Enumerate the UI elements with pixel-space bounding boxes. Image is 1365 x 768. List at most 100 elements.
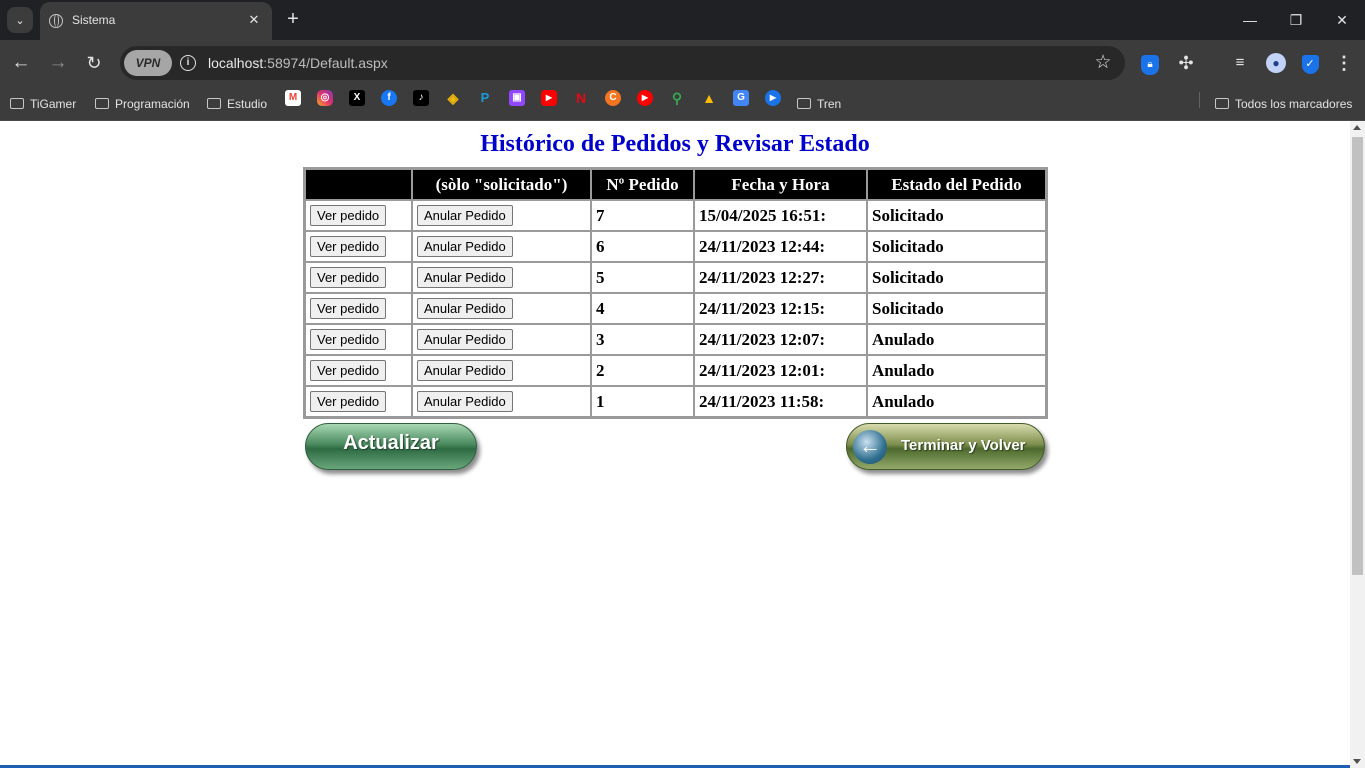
- binance-icon[interactable]: ◈: [445, 90, 461, 106]
- shield-check-icon[interactable]: ✓: [1298, 51, 1322, 75]
- folder-icon: [207, 98, 221, 109]
- cancel-order-button[interactable]: Anular Pedido: [417, 236, 513, 257]
- reload-icon[interactable]: ↻: [81, 50, 107, 76]
- view-order-button[interactable]: Ver pedido: [310, 329, 387, 350]
- cancel-cell: Anular Pedido: [412, 262, 591, 293]
- tab-close-icon[interactable]: ✕: [244, 10, 264, 30]
- all-bookmarks-folder[interactable]: Todos los marcadores: [1215, 92, 1352, 116]
- view-cell: Ver pedido: [305, 293, 412, 324]
- instagram-icon[interactable]: ◎: [317, 90, 333, 106]
- table-row: Ver pedido Anular Pedido 6 24/11/2023 12:44…: [305, 231, 1046, 262]
- tab-search-button[interactable]: ⌄: [7, 7, 33, 33]
- cancel-order-button[interactable]: Anular Pedido: [417, 298, 513, 319]
- order-number: 5: [591, 262, 694, 293]
- minimize-button[interactable]: —: [1228, 6, 1272, 34]
- order-datetime: 24/11/2023 11:58:: [694, 386, 867, 417]
- order-status: Anulado: [867, 324, 1046, 355]
- view-cell: Ver pedido: [305, 355, 412, 386]
- cancel-order-button[interactable]: Anular Pedido: [417, 360, 513, 381]
- order-datetime: 24/11/2023 12:44:: [694, 231, 867, 262]
- youtube-music-icon[interactable]: ▶: [637, 90, 653, 106]
- extensions-puzzle-icon[interactable]: ✣: [1174, 51, 1198, 75]
- order-number: 3: [591, 324, 694, 355]
- column-header-numero: Nº Pedido: [591, 169, 694, 200]
- media-control-icon[interactable]: ≡: [1228, 51, 1252, 75]
- url-text[interactable]: localhost:58974/Default.aspx: [208, 55, 388, 71]
- view-order-button[interactable]: Ver pedido: [310, 360, 387, 381]
- cancel-order-button[interactable]: Anular Pedido: [417, 391, 513, 412]
- tab-strip: ⌄ Sistema ✕ + — ❐ ✕: [0, 0, 1365, 40]
- password-lock-icon[interactable]: 🔒︎: [1138, 51, 1162, 75]
- crunchyroll-icon[interactable]: C: [605, 90, 621, 106]
- scrollbar-thumb[interactable]: [1352, 137, 1363, 575]
- order-status: Solicitado: [867, 293, 1046, 324]
- view-cell: Ver pedido: [305, 231, 412, 262]
- cancel-cell: Anular Pedido: [412, 386, 591, 417]
- twitch-icon[interactable]: ▣: [509, 90, 525, 106]
- tab-sistema[interactable]: Sistema ✕: [40, 2, 272, 40]
- column-header-actions: [305, 169, 412, 200]
- bookmark-folder-tigamer[interactable]: TiGamer: [10, 92, 76, 116]
- orders-table: (sòlo "solicitado") Nº Pedido Fecha y Ho…: [303, 167, 1048, 419]
- x-icon[interactable]: X: [349, 90, 365, 106]
- youtube-icon[interactable]: ▶: [541, 90, 557, 106]
- order-status: Anulado: [867, 386, 1046, 417]
- tiktok-icon[interactable]: ♪: [413, 90, 429, 106]
- bookmark-folder-tren[interactable]: Tren: [797, 92, 841, 116]
- scroll-up-arrow-icon[interactable]: [1353, 125, 1361, 130]
- scroll-down-arrow-icon[interactable]: [1353, 759, 1361, 764]
- folder-icon: [1215, 98, 1229, 109]
- bookmark-star-icon[interactable]: ☆: [1091, 51, 1115, 75]
- finish-and-return-label: Terminar y Volver: [901, 437, 1026, 454]
- cancel-cell: Anular Pedido: [412, 324, 591, 355]
- back-arrow-icon[interactable]: ←: [8, 50, 34, 76]
- bookmark-folder-programacion[interactable]: Programación: [95, 92, 190, 116]
- menu-dots-icon[interactable]: ⋮: [1332, 51, 1356, 75]
- orders-table-body: Ver pedido Anular Pedido 7 15/04/2025 16:51…: [305, 200, 1046, 417]
- maximize-button[interactable]: ❐: [1274, 6, 1318, 34]
- paypal-icon[interactable]: P: [477, 90, 493, 106]
- finish-and-return-button[interactable]: ← Terminar y Volver: [846, 423, 1045, 470]
- forward-arrow-icon[interactable]: →: [45, 50, 71, 76]
- netflix-icon[interactable]: N: [573, 90, 589, 106]
- bookmarks-separator: [1199, 92, 1200, 108]
- view-cell: Ver pedido: [305, 262, 412, 293]
- order-status: Solicitado: [867, 262, 1046, 293]
- site-info-icon[interactable]: i: [180, 55, 196, 71]
- bookmark-folder-estudio[interactable]: Estudio: [207, 92, 267, 116]
- column-header-cancel: (sòlo "solicitado"): [412, 169, 591, 200]
- cancel-order-button[interactable]: Anular Pedido: [417, 267, 513, 288]
- order-number: 7: [591, 200, 694, 231]
- new-tab-button[interactable]: +: [282, 8, 304, 30]
- play-icon[interactable]: ▶: [765, 90, 781, 106]
- profile-avatar-icon[interactable]: ●: [1264, 51, 1288, 75]
- drive-icon[interactable]: ▲: [701, 90, 717, 106]
- maps-icon[interactable]: ⚲: [669, 90, 685, 106]
- gmail-icon[interactable]: M: [285, 90, 301, 106]
- view-order-button[interactable]: Ver pedido: [310, 267, 387, 288]
- bookmark-label: TiGamer: [30, 97, 77, 111]
- cancel-order-button[interactable]: Anular Pedido: [417, 329, 513, 350]
- view-order-button[interactable]: Ver pedido: [310, 205, 387, 226]
- all-bookmarks-label: Todos los marcadores: [1235, 97, 1353, 111]
- close-window-button[interactable]: ✕: [1320, 6, 1364, 34]
- view-order-button[interactable]: Ver pedido: [310, 236, 387, 257]
- refresh-button[interactable]: Actualizar: [305, 423, 477, 470]
- bookmark-label: Estudio: [227, 97, 268, 111]
- address-bar[interactable]: VPN i localhost:58974/Default.aspx ☆: [120, 46, 1125, 80]
- folder-icon: [10, 98, 24, 109]
- vpn-badge[interactable]: VPN: [124, 50, 172, 76]
- table-header-row: (sòlo "solicitado") Nº Pedido Fecha y Ho…: [305, 169, 1046, 200]
- translate-icon[interactable]: G: [733, 90, 749, 106]
- view-order-button[interactable]: Ver pedido: [310, 298, 387, 319]
- cancel-order-button[interactable]: Anular Pedido: [417, 205, 513, 226]
- cancel-cell: Anular Pedido: [412, 355, 591, 386]
- facebook-icon[interactable]: f: [381, 90, 397, 106]
- folder-icon: [797, 98, 811, 109]
- view-order-button[interactable]: Ver pedido: [310, 391, 387, 412]
- page-scrollbar[interactable]: [1350, 121, 1365, 768]
- view-cell: Ver pedido: [305, 324, 412, 355]
- browser-toolbar: ← → ↻ VPN i localhost:58974/Default.aspx…: [0, 40, 1365, 86]
- order-datetime: 24/11/2023 12:07:: [694, 324, 867, 355]
- order-datetime: 24/11/2023 12:15:: [694, 293, 867, 324]
